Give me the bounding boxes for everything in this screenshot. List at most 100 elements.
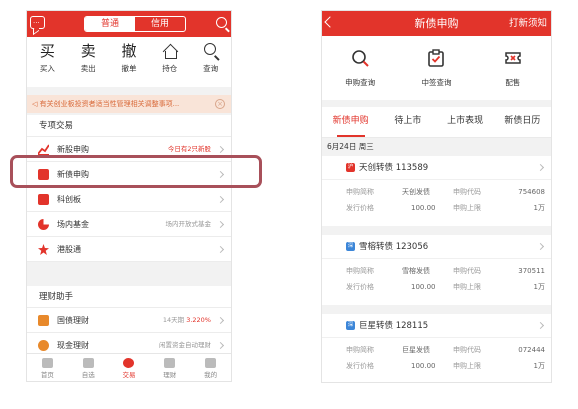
search-icon [203, 43, 216, 55]
field-value: 天创发债 [402, 188, 430, 196]
field-key: 申购代码 [453, 188, 481, 196]
tab-watchlist[interactable]: 自选 [68, 354, 109, 381]
notice-banner[interactable]: ◁ 有关创业板投资者适当性管理相关调整事项... × [27, 95, 231, 113]
wallet-icon [164, 358, 176, 368]
field-key: 申购简称 [346, 188, 374, 196]
segment-normal[interactable]: 普通 [85, 17, 135, 31]
tab-pending-listing[interactable]: 待上市 [379, 107, 436, 137]
holdings-label: 持仓 [162, 64, 178, 73]
bond-name: 雪榕转债 123056 [359, 242, 429, 252]
wealth-section: 理财助手 国债理财 14天期 3.220% 现金理财 闲置资金自动理财 [27, 286, 231, 358]
buy-button[interactable]: 买 买入 [27, 37, 68, 87]
tab-home[interactable]: 首页 [27, 354, 68, 381]
row-hint: 14天期 3.220% [163, 308, 211, 333]
holdings-button[interactable]: 持仓 [149, 37, 190, 87]
bond-tabs: 新债申购 待上市 上市表现 新债日历 [322, 107, 551, 138]
field-key: 申购上限 [453, 283, 481, 291]
query-label: 中签查询 [421, 78, 452, 87]
sell-label: 卖出 [80, 64, 96, 73]
bond-card[interactable]: 沪 天创转债 113589 申购简称 天创发债 申购代码 754608 发行价格… [322, 156, 551, 226]
tab-bond-calendar[interactable]: 新债日历 [494, 107, 551, 137]
house-icon [163, 44, 177, 59]
buy-label: 买入 [39, 64, 55, 73]
field-key: 申购上限 [453, 362, 481, 370]
account-type-switch[interactable]: 普通 信用 [84, 16, 186, 32]
tab-new-bond-subscription[interactable]: 新债申购 [322, 107, 379, 137]
query-label: 查询 [203, 64, 219, 73]
field-key: 申购代码 [453, 346, 481, 354]
date-header: 6月24日 周三 [322, 138, 551, 155]
right-screen: 新债申购 打新须知 申购查询 中签查询 配售 新债申购 待上市 上市表现 新债日… [321, 10, 552, 383]
bottom-tab-bar: 首页 自选 交易 理财 我的 [27, 353, 231, 381]
field-key: 发行价格 [346, 283, 374, 291]
field-value: 754608 [518, 188, 545, 196]
tab-label: 交易 [122, 371, 136, 379]
subscription-query-button[interactable]: 申购查询 [322, 36, 398, 100]
card-header: 深 巨星转债 128115 [322, 314, 551, 338]
sell-button[interactable]: 卖 卖出 [68, 37, 109, 87]
placement-button[interactable]: 配售 [475, 36, 551, 100]
right-header: 新债申购 打新须知 [322, 11, 551, 36]
row-label: 场内基金 [57, 220, 89, 229]
market-badge: 深 [346, 242, 355, 251]
cancel-label: 撤单 [121, 64, 137, 73]
market-badge: 深 [346, 321, 355, 330]
section-title: 理财助手 [27, 286, 231, 308]
query-shortcuts: 申购查询 中签查询 配售 [322, 36, 551, 100]
bond-name: 天创转债 113589 [359, 163, 429, 173]
trade-icon [123, 358, 135, 368]
search-icon[interactable] [216, 17, 227, 28]
ticket-icon [38, 315, 49, 326]
ipo-notice-link[interactable]: 打新须知 [509, 11, 547, 36]
message-icon[interactable]: ··· [30, 16, 45, 29]
row-label: 科创板 [57, 195, 81, 204]
rate-text: 3.220% [186, 316, 211, 324]
notice-text: 有关创业板投资者适当性管理相关调整事项... [39, 100, 180, 108]
segment-credit[interactable]: 信用 [135, 17, 185, 31]
left-header: ··· 普通 信用 [27, 11, 231, 37]
star-board-icon [38, 194, 49, 205]
query-label: 配售 [505, 78, 521, 87]
tab-label: 理财 [163, 371, 177, 379]
list-item-hk-connect[interactable]: 港股通 [27, 237, 231, 262]
left-screen: ··· 普通 信用 买 买入 卖 卖出 撤 撤单 持仓 查询 ◁ 有关创业板投资… [26, 10, 232, 382]
bauhinia-icon [38, 244, 49, 255]
list-item-funds[interactable]: 场内基金 场内开放式基金 [27, 212, 231, 237]
field-value: 雪榕发债 [402, 267, 430, 275]
card-header: 沪 天创转债 113589 [322, 156, 551, 180]
tab-wealth[interactable]: 理财 [149, 354, 190, 381]
bond-card[interactable]: 深 雪榕转债 123056 申购简称 雪榕发债 申购代码 370511 发行价格… [322, 235, 551, 305]
chevron-right-icon [536, 163, 545, 172]
speaker-icon: ◁ [32, 100, 40, 108]
quick-actions: 买 买入 卖 卖出 撤 撤单 持仓 查询 [27, 37, 231, 87]
query-label: 申购查询 [345, 78, 376, 87]
field-key: 申购代码 [453, 267, 481, 275]
list-item-treasury[interactable]: 国债理财 14天期 3.220% [27, 308, 231, 333]
highlight-frame [10, 155, 262, 188]
home-icon [41, 358, 53, 368]
tab-label: 我的 [204, 371, 218, 379]
winning-query-button[interactable]: 中签查询 [398, 36, 474, 100]
cancel-glyph: 撤 [121, 42, 137, 60]
chevron-right-icon [216, 316, 225, 325]
tab-listing-performance[interactable]: 上市表现 [437, 107, 494, 137]
tab-me[interactable]: 我的 [190, 354, 231, 381]
coin-icon [38, 340, 49, 351]
query-button[interactable]: 查询 [190, 37, 231, 87]
chart-icon [82, 358, 94, 368]
cancel-order-button[interactable]: 撤 撤单 [109, 37, 150, 87]
ticket-icon [505, 52, 521, 64]
field-key: 发行价格 [346, 204, 374, 212]
field-value: 1万 [533, 362, 545, 370]
chevron-right-icon [216, 245, 225, 254]
close-icon[interactable]: × [215, 99, 225, 109]
list-item-star-market[interactable]: 科创板 [27, 187, 231, 212]
bond-card[interactable]: 深 巨星转债 128115 申购简称 巨星发债 申购代码 072444 发行价格… [322, 314, 551, 382]
tab-trade[interactable]: 交易 [109, 354, 150, 381]
market-badge: 沪 [346, 163, 355, 172]
chevron-right-icon [216, 195, 225, 204]
field-key: 申购简称 [346, 267, 374, 275]
chevron-right-icon [216, 145, 225, 154]
sell-glyph: 卖 [80, 42, 96, 60]
tab-label: 首页 [40, 371, 54, 379]
